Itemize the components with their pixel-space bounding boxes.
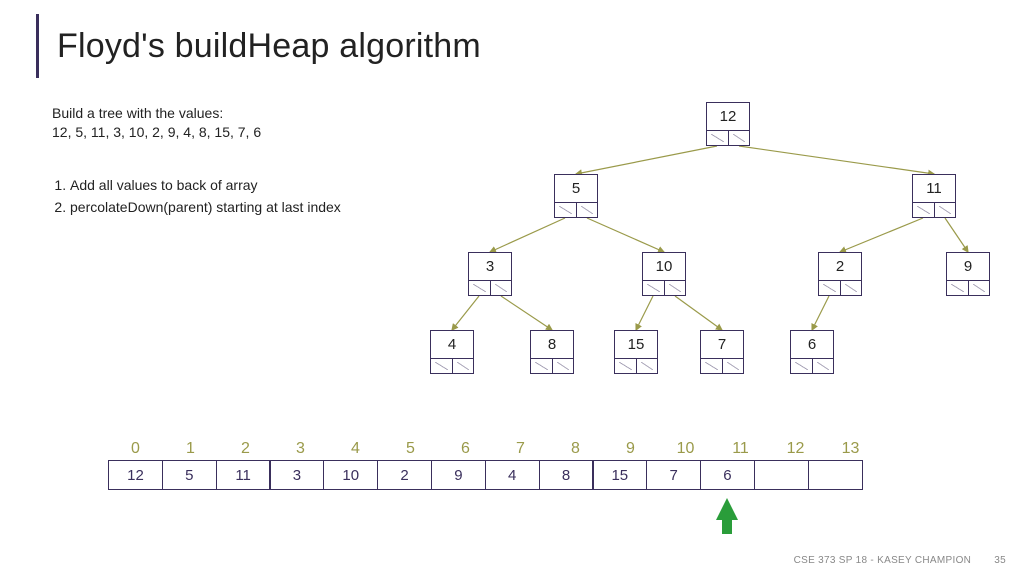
tree-node-value: 3 xyxy=(469,253,511,281)
slide-title-bar: Floyd's buildHeap algorithm xyxy=(36,14,481,78)
tree-node: 11 xyxy=(912,174,956,218)
tree-node-pointers xyxy=(791,359,833,373)
tree-node-value: 5 xyxy=(555,175,597,203)
array-index-row: 012345678910111213 xyxy=(108,440,908,460)
tree-node-pointers xyxy=(431,359,473,373)
tree-node-pointers xyxy=(643,281,685,295)
footer-course: CSE 373 SP 18 - KASEY CHAMPION xyxy=(794,555,972,566)
tree-node-value: 9 xyxy=(947,253,989,281)
array-index: 0 xyxy=(108,440,163,460)
current-index-arrow-stem xyxy=(722,520,732,534)
tree-node-value: 15 xyxy=(615,331,657,359)
step-item: Add all values to back of array xyxy=(70,176,341,196)
tree-node: 6 xyxy=(790,330,834,374)
tree-node-pointers xyxy=(615,359,657,373)
tree-node: 12 xyxy=(706,102,750,146)
tree-node-value: 6 xyxy=(791,331,833,359)
array-index: 6 xyxy=(438,440,493,460)
tree-node-value: 12 xyxy=(707,103,749,131)
tree-node: 10 xyxy=(642,252,686,296)
tree-node-pointers xyxy=(531,359,573,373)
tree-node-value: 7 xyxy=(701,331,743,359)
array-index: 2 xyxy=(218,440,273,460)
tree-node: 8 xyxy=(530,330,574,374)
tree-node: 2 xyxy=(818,252,862,296)
array-index: 9 xyxy=(603,440,658,460)
tree-node-pointers xyxy=(913,203,955,217)
intro-line-1: Build a tree with the values: xyxy=(52,104,261,123)
tree-node-value: 10 xyxy=(643,253,685,281)
array-cell: 7 xyxy=(646,460,701,490)
tree-node-pointers xyxy=(469,281,511,295)
tree-node: 15 xyxy=(614,330,658,374)
tree-node: 4 xyxy=(430,330,474,374)
tree-node-pointers xyxy=(701,359,743,373)
array-index: 4 xyxy=(328,440,383,460)
footer-page-number: 35 xyxy=(994,555,1006,566)
tree-node: 9 xyxy=(946,252,990,296)
array-cell: 6 xyxy=(700,460,755,490)
tree-node-value: 11 xyxy=(913,175,955,203)
array-cell: 5 xyxy=(162,460,217,490)
tree-node-pointers xyxy=(555,203,597,217)
array-cell: 15 xyxy=(592,460,647,490)
array-index: 8 xyxy=(548,440,603,460)
array-index: 7 xyxy=(493,440,548,460)
steps-list: Add all values to back of arraypercolate… xyxy=(52,176,341,219)
array-cell: 2 xyxy=(377,460,432,490)
array-cell: 3 xyxy=(269,460,324,490)
array-index: 12 xyxy=(768,440,823,460)
array-index: 13 xyxy=(823,440,878,460)
intro-text: Build a tree with the values: 12, 5, 11,… xyxy=(52,104,261,142)
array-cell: 12 xyxy=(108,460,163,490)
array-index: 3 xyxy=(273,440,328,460)
array-representation: 012345678910111213 1251131029481576 xyxy=(108,440,908,490)
slide-footer: CSE 373 SP 18 - KASEY CHAMPION 35 xyxy=(794,555,1006,566)
array-cell: 4 xyxy=(485,460,540,490)
array-value-row: 1251131029481576 xyxy=(108,460,908,490)
tree-node-pointers xyxy=(819,281,861,295)
tree-node-pointers xyxy=(707,131,749,145)
array-index: 5 xyxy=(383,440,438,460)
tree-node-value: 8 xyxy=(531,331,573,359)
array-index: 1 xyxy=(163,440,218,460)
tree-node: 3 xyxy=(468,252,512,296)
array-cell: 11 xyxy=(216,460,271,490)
array-index: 10 xyxy=(658,440,713,460)
tree-node-value: 2 xyxy=(819,253,861,281)
intro-line-2: 12, 5, 11, 3, 10, 2, 9, 4, 8, 15, 7, 6 xyxy=(52,123,261,142)
array-cell: 10 xyxy=(323,460,378,490)
array-cell xyxy=(808,460,863,490)
array-cell: 9 xyxy=(431,460,486,490)
current-index-arrow-icon xyxy=(716,498,738,520)
array-cell xyxy=(754,460,809,490)
step-item: percolateDown(parent) starting at last i… xyxy=(70,198,341,218)
array-index: 11 xyxy=(713,440,768,460)
tree-node: 7 xyxy=(700,330,744,374)
array-cell: 8 xyxy=(539,460,594,490)
tree-node: 5 xyxy=(554,174,598,218)
tree-node-pointers xyxy=(947,281,989,295)
tree-node-value: 4 xyxy=(431,331,473,359)
slide-title: Floyd's buildHeap algorithm xyxy=(57,27,481,66)
